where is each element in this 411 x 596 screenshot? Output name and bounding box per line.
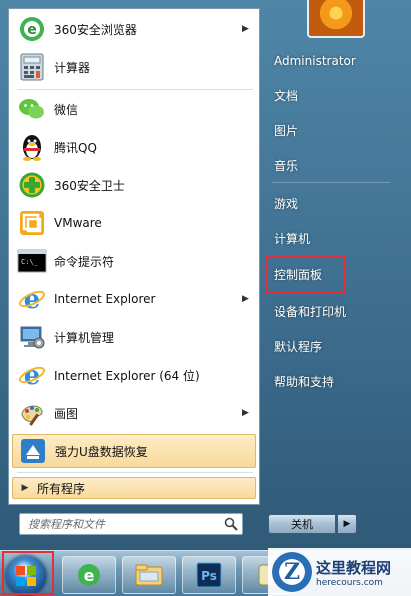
- annotation-highlight-box: [266, 256, 346, 293]
- shutdown-options-arrow-icon[interactable]: ▶: [337, 514, 357, 534]
- program-item-command-prompt[interactable]: C:\_ 命令提示符: [12, 244, 256, 278]
- site-watermark: Z 这里教程网 herecours.com: [268, 548, 411, 596]
- program-label: Internet Explorer (64 位): [54, 368, 200, 383]
- shutdown-button[interactable]: 关机: [268, 514, 336, 534]
- all-programs-label: 所有程序: [37, 481, 86, 496]
- 360-safeguard-icon: [16, 169, 48, 201]
- all-programs-button[interactable]: ▶ 所有程序: [12, 477, 256, 499]
- program-item-wechat[interactable]: 微信: [12, 92, 256, 126]
- svg-text:Ps: Ps: [201, 569, 217, 583]
- program-label: 腾讯QQ: [54, 140, 97, 155]
- right-item-help-support[interactable]: 帮助和支持: [268, 368, 388, 394]
- annotation-highlight-box: [2, 551, 54, 595]
- watermark-title: 这里教程网: [316, 558, 392, 577]
- watermark-text: 这里教程网 herecours.com: [316, 557, 391, 588]
- expand-arrow-icon: ▶: [21, 483, 29, 493]
- program-label: 命令提示符: [54, 254, 115, 269]
- program-label: 计算器: [54, 60, 91, 75]
- computer-management-icon: [16, 321, 48, 353]
- menu-divider: [17, 472, 253, 473]
- program-label: VMware: [54, 216, 102, 230]
- program-label: 360安全卫士: [54, 178, 125, 193]
- qq-penguin-icon: [16, 131, 48, 163]
- paint-icon: [16, 397, 48, 429]
- usb-recovery-icon: [17, 435, 49, 467]
- svg-text:e: e: [24, 361, 41, 389]
- right-item-pictures[interactable]: 图片: [268, 117, 388, 143]
- search-icon[interactable]: [220, 514, 242, 534]
- search-box[interactable]: [19, 513, 243, 535]
- submenu-arrow-icon: ▶: [242, 294, 249, 304]
- program-item-usb-recovery[interactable]: 强力U盘数据恢复: [12, 434, 256, 468]
- program-item-qq[interactable]: 腾讯QQ: [12, 130, 256, 164]
- internet-explorer-icon: e: [16, 359, 48, 391]
- program-item-internet-explorer[interactable]: e Internet Explorer ▶: [12, 282, 256, 316]
- user-picture-avatar[interactable]: [307, 0, 365, 38]
- right-item-computer[interactable]: 计算机: [268, 225, 388, 251]
- program-label: 画图: [54, 406, 79, 421]
- svg-text:e: e: [27, 22, 37, 38]
- command-prompt-icon: C:\_: [16, 245, 48, 277]
- search-input[interactable]: [20, 515, 220, 533]
- svg-text:C:\_: C:\_: [21, 258, 39, 266]
- program-label: Internet Explorer: [54, 292, 156, 306]
- start-menu: e 360安全浏览器 ▶ 计算器 微信 腾讯QQ 360安全卫士 VMware …: [0, 0, 411, 550]
- program-label: 计算机管理: [54, 330, 115, 345]
- taskbar-photoshop-button[interactable]: Ps: [182, 556, 236, 594]
- program-label: 微信: [54, 102, 79, 117]
- submenu-arrow-icon: ▶: [242, 24, 249, 34]
- right-item-games[interactable]: 游戏: [268, 190, 388, 216]
- program-label: 360安全浏览器: [54, 22, 137, 37]
- right-item-documents[interactable]: 文档: [268, 82, 388, 108]
- internet-explorer-icon: e: [16, 283, 48, 315]
- internet-explorer-icon: e: [78, 564, 100, 586]
- submenu-arrow-icon: ▶: [242, 408, 249, 418]
- programs-pane: e 360安全浏览器 ▶ 计算器 微信 腾讯QQ 360安全卫士 VMware …: [8, 8, 260, 505]
- menu-divider: [17, 89, 253, 90]
- menu-divider: [272, 182, 390, 183]
- right-item-default-programs[interactable]: 默认程序: [268, 333, 388, 359]
- program-label: 强力U盘数据恢复: [55, 444, 148, 459]
- right-item-music[interactable]: 音乐: [268, 152, 388, 178]
- watermark-logo: Z: [272, 552, 312, 592]
- svg-text:e: e: [24, 285, 41, 313]
- program-item-360-safeguard[interactable]: 360安全卫士: [12, 168, 256, 202]
- watermark-url: herecours.com: [316, 577, 383, 588]
- folder-icon: [135, 564, 163, 586]
- taskbar-explorer-button[interactable]: [122, 556, 176, 594]
- program-item-paint[interactable]: 画图 ▶: [12, 396, 256, 430]
- program-item-computer-management[interactable]: 计算机管理: [12, 320, 256, 354]
- program-item-360-browser[interactable]: e 360安全浏览器 ▶: [12, 12, 256, 46]
- svg-text:e: e: [84, 566, 95, 585]
- wechat-icon: [16, 93, 48, 125]
- taskbar-ie-button[interactable]: e: [62, 556, 116, 594]
- calculator-icon: [16, 51, 48, 83]
- right-item-administrator[interactable]: Administrator: [268, 48, 388, 74]
- 360-browser-icon: e: [16, 13, 48, 45]
- right-item-devices-printers[interactable]: 设备和打印机: [268, 298, 388, 324]
- program-item-calculator[interactable]: 计算器: [12, 50, 256, 84]
- vmware-icon: [16, 207, 48, 239]
- photoshop-icon: Ps: [196, 562, 222, 588]
- program-item-internet-explorer-64[interactable]: e Internet Explorer (64 位): [12, 358, 256, 392]
- program-item-vmware[interactable]: VMware: [12, 206, 256, 240]
